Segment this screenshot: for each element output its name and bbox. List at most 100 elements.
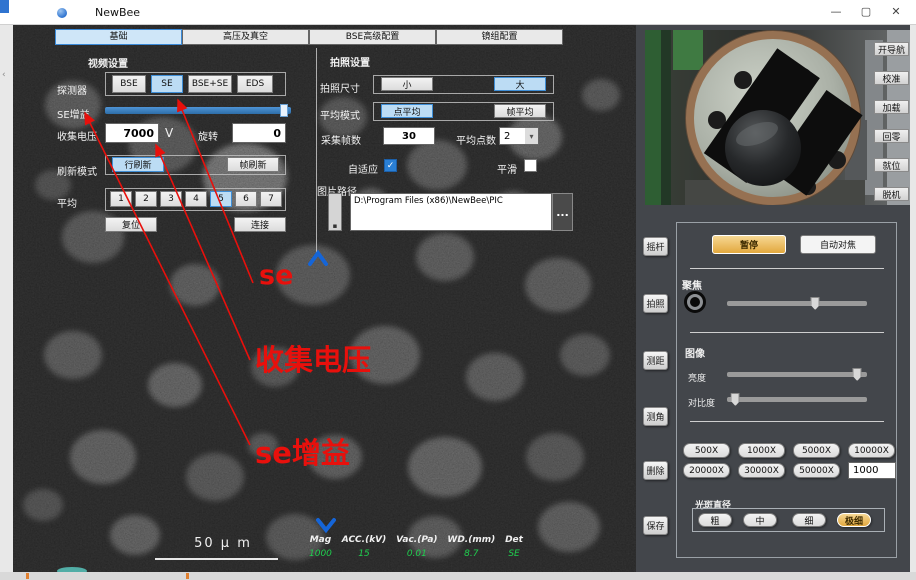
contrast-handle[interactable] (731, 393, 740, 406)
calibrate-button[interactable]: 校准 (874, 71, 909, 85)
detector-se-button[interactable]: SE (151, 75, 183, 93)
frames-label: 采集帧数 (321, 132, 361, 147)
detector-bse-se-button[interactable]: BSE+SE (188, 75, 232, 93)
save-button[interactable]: 保存 (643, 516, 668, 535)
path-input[interactable]: D:\Program Files (x86)\NewBee\PIC (350, 193, 552, 231)
se-gain-label: SE增益 (57, 106, 90, 121)
mag-1000x-button[interactable]: 1000X (738, 443, 785, 458)
average-1-button[interactable]: 1 (110, 191, 132, 207)
tab-basic[interactable]: 基础 (55, 29, 182, 45)
status-vac: Vac.(Pa)0.01 (396, 535, 437, 559)
brightness-handle[interactable] (853, 368, 862, 381)
scale-label: 50 μ m (163, 536, 283, 551)
offline-button[interactable]: 脱机 (874, 187, 909, 201)
chamber-camera-photo (645, 30, 910, 205)
average-5-button[interactable]: 5 (210, 191, 232, 207)
status-fields: Mag1000 ACC.(kV)15 Vac.(Pa)0.01 WD.(mm)8… (309, 535, 523, 559)
tab-hv-vacuum[interactable]: 高压及真空 (182, 29, 309, 45)
joystick-button[interactable]: 摇杆 (643, 237, 668, 256)
rotation-input[interactable]: 0 (232, 123, 286, 143)
delete-button[interactable]: 删除 (643, 461, 668, 480)
mag-10000x-button[interactable]: 10000X (848, 443, 895, 458)
status-det: DetSE (505, 535, 523, 559)
focus-slider[interactable] (727, 297, 867, 310)
detector-bse-button[interactable]: BSE (112, 75, 146, 93)
tab-lens-config[interactable]: 镜组配置 (436, 29, 563, 45)
connect-button[interactable]: 连接 (234, 217, 286, 232)
smooth-checkbox[interactable] (524, 159, 537, 172)
se-gain-slider[interactable] (105, 104, 291, 117)
maximize-button[interactable]: ▢ (858, 4, 874, 20)
frames-input[interactable]: 30 (383, 127, 435, 145)
in-position-button[interactable]: 就位 (874, 158, 909, 172)
adaptive-label: 自适应 (348, 161, 378, 176)
brightness-label: 亮度 (688, 371, 706, 384)
spot-fine-button[interactable]: 细 (792, 513, 826, 527)
status-mag: Mag1000 (309, 535, 332, 559)
refresh-line-button[interactable]: 行刷新 (112, 157, 164, 172)
minimize-button[interactable]: — (828, 4, 844, 20)
mag-50000x-button[interactable]: 50000X (793, 463, 840, 478)
average-7-button[interactable]: 7 (260, 191, 282, 207)
average-3-button[interactable]: 3 (160, 191, 182, 207)
image-section-label: 图像 (685, 345, 705, 360)
average-6-button[interactable]: 6 (235, 191, 257, 207)
divider (690, 421, 884, 422)
size-small-button[interactable]: 小 (381, 77, 433, 91)
load-button[interactable]: 加载 (874, 100, 909, 114)
points-select[interactable]: 2 ▾ (499, 127, 539, 145)
collect-voltage-input[interactable]: 7000 (105, 123, 159, 143)
panel-divider (316, 48, 317, 258)
avg-frame-button[interactable]: 帧平均 (494, 104, 546, 118)
focus-handle[interactable] (811, 297, 820, 310)
detector-label: 探测器 (57, 82, 87, 97)
pause-button[interactable]: 暂停 (712, 235, 786, 254)
browse-button[interactable]: ... (552, 193, 573, 231)
dropdown-arrow-icon[interactable]: ▾ (525, 128, 538, 144)
points-value: 2 (504, 131, 510, 142)
se-gain-handle[interactable] (280, 104, 288, 117)
tab-bse-advanced[interactable]: BSE高级配置 (309, 29, 436, 45)
focus-target-icon[interactable] (684, 291, 706, 313)
detector-eds-button[interactable]: EDS (237, 75, 273, 93)
mag-30000x-button[interactable]: 30000X (738, 463, 785, 478)
avg-point-button[interactable]: 点平均 (381, 104, 433, 118)
photo-settings-title: 拍照设置 (330, 54, 370, 69)
points-label: 平均点数 (456, 132, 496, 147)
title-bar: NewBee — ▢ ✕ (0, 0, 916, 25)
open-navigation-button[interactable]: 开导航 (874, 42, 909, 56)
bottom-edge-strip (0, 572, 916, 580)
home-button[interactable]: 回零 (874, 129, 909, 143)
measure-distance-button[interactable]: 测距 (643, 351, 668, 370)
spot-extra-fine-button[interactable]: 极细 (837, 513, 871, 527)
contrast-slider[interactable] (727, 393, 867, 406)
measure-angle-button[interactable]: 测角 (643, 407, 668, 426)
mag-5000x-button[interactable]: 5000X (793, 443, 840, 458)
mag-500x-button[interactable]: 500X (683, 443, 730, 458)
window-corner-accent (0, 0, 9, 13)
size-large-button[interactable]: 大 (494, 77, 546, 91)
photo-size-label: 拍照尺寸 (320, 80, 360, 95)
adaptive-checkbox[interactable]: ✓ (384, 159, 397, 172)
spot-coarse-button[interactable]: 粗 (698, 513, 732, 527)
average-2-button[interactable]: 2 (135, 191, 157, 207)
close-button[interactable]: ✕ (888, 4, 904, 20)
snapshot-button[interactable]: 拍照 (643, 294, 668, 313)
spot-medium-button[interactable]: 中 (743, 513, 777, 527)
average-4-button[interactable]: 4 (185, 191, 207, 207)
refresh-frame-button[interactable]: 帧刷新 (227, 157, 279, 172)
mag-20000x-button[interactable]: 20000X (683, 463, 730, 478)
divider (690, 268, 884, 269)
taskbar-indicator (186, 573, 189, 579)
contrast-label: 对比度 (688, 396, 715, 409)
stage-icon[interactable]: ▪ (328, 193, 342, 231)
mag-value-input[interactable]: 1000 (848, 462, 896, 479)
reset-button[interactable]: 复位 (105, 217, 157, 232)
collapse-chevron-icon[interactable]: ‹ (2, 70, 6, 80)
right-panel: 开导航 校准 加载 回零 就位 脱机 摇杆 拍照 测距 测角 删除 保存 暂停 … (636, 25, 910, 572)
collect-voltage-label: 收集电压 (57, 128, 97, 143)
brightness-slider[interactable] (727, 368, 867, 381)
app-window: NewBee — ▢ ✕ ‹ (0, 0, 916, 580)
video-settings-title: 视频设置 (88, 55, 128, 70)
autofocus-button[interactable]: 自动对焦 (800, 235, 876, 254)
